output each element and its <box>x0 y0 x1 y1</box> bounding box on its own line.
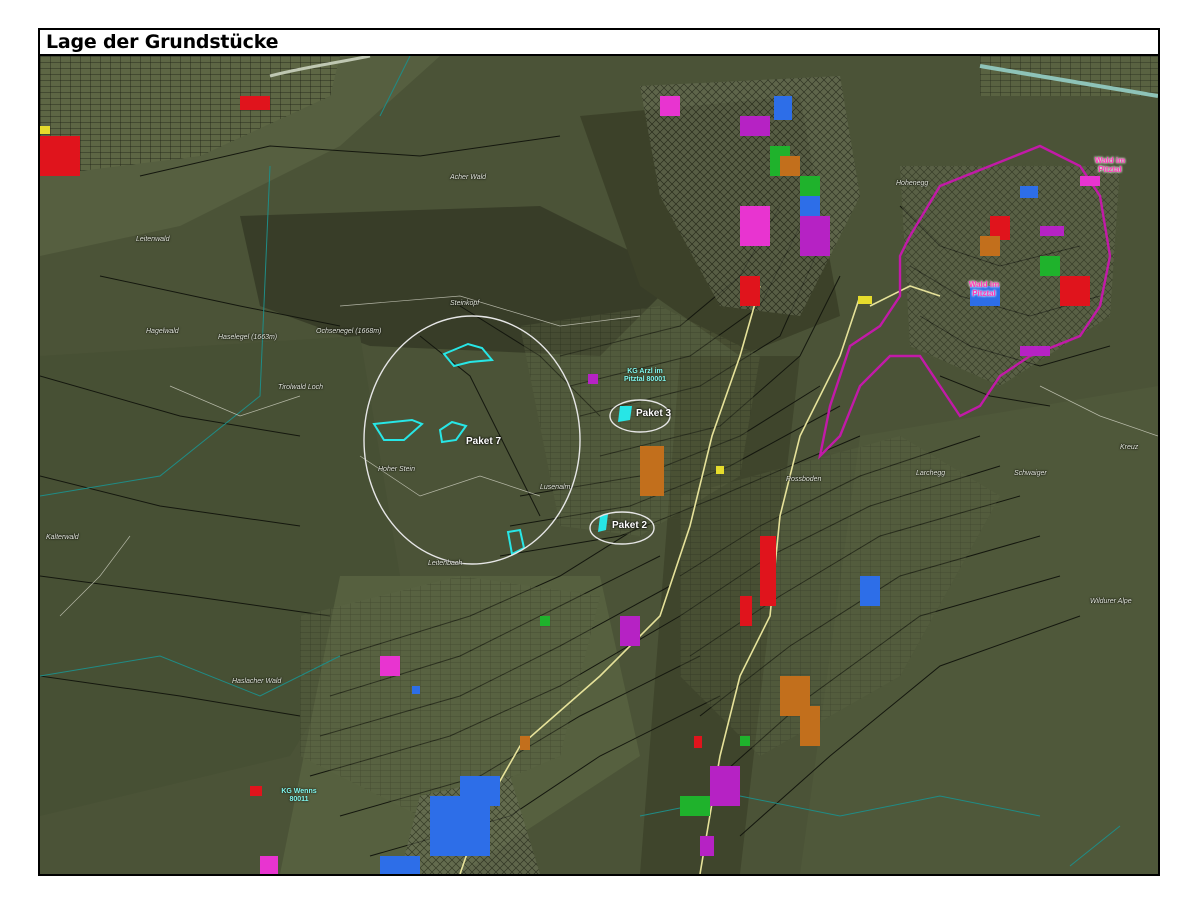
label-paket-3: Paket 3 <box>636 408 672 419</box>
label-tiroler-loch: Tirolwald Loch <box>278 384 324 391</box>
label-wildurer-alpe: Wildurer Alpe <box>1090 598 1132 605</box>
label-larchegg: Larchegg <box>916 470 946 477</box>
label-leitenwald: Leitenwald <box>136 236 170 243</box>
label-kg-arzl: KG Arzl im Pitztal 80001 <box>623 368 667 383</box>
label-hohenegg: Hohenegg <box>896 180 929 187</box>
label-wald-im-pitztal-2: Wald im Pitztal <box>968 280 1000 298</box>
map-canvas <box>40 56 1158 874</box>
label-wald-im-pitztal-1: Wald im Pitztal <box>1094 156 1126 174</box>
label-kalterwald: Kalterwald <box>46 534 79 541</box>
label-ochsenegel: Ochsenegel (1668m) <box>316 328 382 335</box>
label-haselegel: Haselegel (1663m) <box>218 334 278 341</box>
label-hagelwald: Hagelwald <box>146 328 179 335</box>
label-hoher-stein: Hoher Stein <box>378 466 415 473</box>
map-figure: Lage der Grundstücke Acher Wald Leitenwa… <box>38 28 1160 876</box>
label-acher-wald: Acher Wald <box>450 174 487 181</box>
label-paket-2: Paket 2 <box>612 520 648 531</box>
label-lusenalm: Lusenalm <box>540 484 571 491</box>
label-rossboden: Rossboden <box>786 476 822 483</box>
label-leitenbach: Leitenbach <box>428 560 463 567</box>
page-title: Lage der Grundstücke <box>46 31 279 53</box>
cadastral-map[interactable]: Acher Wald Leitenwald Hagelwald Steinkop… <box>40 56 1158 874</box>
label-steinkopf: Steinkopf <box>450 300 480 307</box>
label-kg-wenns: KG Wenns 80011 <box>281 788 317 803</box>
label-kreuz: Kreuz <box>1120 444 1139 451</box>
label-paket-7: Paket 7 <box>466 436 502 447</box>
label-schwaiger: Schwaiger <box>1014 470 1047 477</box>
title-bar: Lage der Grundstücke <box>40 30 1158 56</box>
label-haslacher-wald: Haslacher Wald <box>232 678 282 685</box>
